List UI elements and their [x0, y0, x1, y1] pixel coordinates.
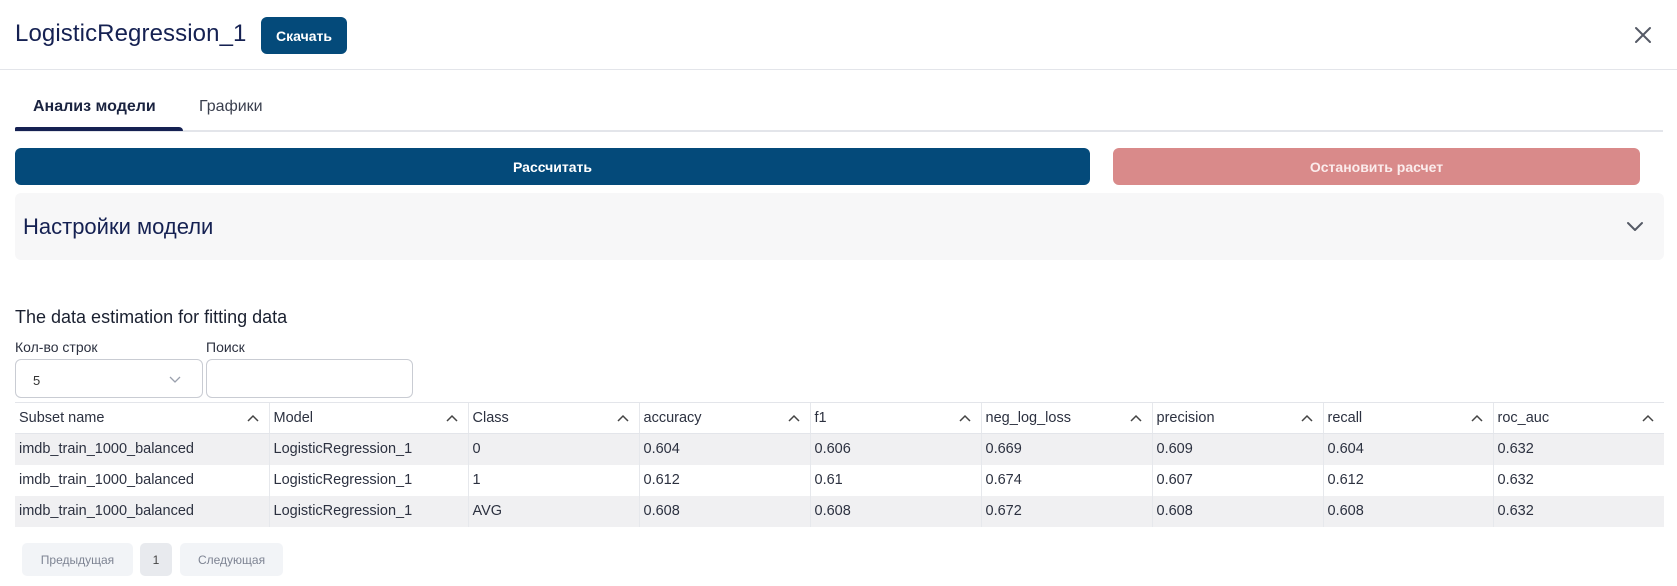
calculate-button[interactable]: Рассчитать [15, 148, 1090, 185]
table-cell: imdb_train_1000_balanced [15, 464, 269, 496]
table-cell: 0.632 [1492, 464, 1664, 496]
tab-charts[interactable]: Графики [199, 98, 263, 116]
chevron-down-icon [169, 376, 181, 383]
sort-up-icon[interactable] [1129, 413, 1142, 423]
sort-up-icon[interactable] [958, 413, 971, 423]
estimation-table: Subset name Model Class accuracy f1 neg_… [15, 402, 1664, 527]
modal-header: LogisticRegression_1 Скачать [0, 0, 1677, 70]
sort-up-icon[interactable] [787, 413, 800, 423]
sort-up-icon[interactable] [1470, 413, 1483, 423]
rows-count-select[interactable]: 5 [15, 359, 203, 398]
column-header[interactable]: recall [1322, 402, 1493, 434]
table-cell: 0.608 [638, 495, 810, 527]
table-cell: AVG [467, 495, 639, 527]
column-header[interactable]: f1 [809, 402, 981, 434]
table-cell: 0.606 [809, 433, 981, 465]
table-cell: LogisticRegression_1 [268, 433, 468, 465]
column-header[interactable]: neg_log_loss [980, 402, 1152, 434]
sort-up-icon[interactable] [246, 413, 259, 423]
table-header-row: Subset name Model Class accuracy f1 neg_… [15, 402, 1664, 434]
table-cell: 1 [467, 464, 639, 496]
tab-model-analysis[interactable]: Анализ модели [33, 98, 156, 116]
column-header[interactable]: Subset name [15, 402, 269, 434]
column-header[interactable]: Class [467, 402, 639, 434]
table-cell: 0.607 [1151, 464, 1323, 496]
search-input[interactable] [206, 359, 413, 398]
model-settings-accordion[interactable]: Настройки модели [15, 193, 1664, 260]
chevron-down-icon[interactable] [1625, 217, 1645, 237]
table-cell: 0.669 [980, 433, 1152, 465]
table-cell: 0.608 [809, 495, 981, 527]
sort-up-icon[interactable] [1642, 413, 1654, 423]
download-button[interactable]: Скачать [261, 17, 347, 54]
rows-count-label: Кол-во строк [15, 339, 98, 355]
estimation-title: The data estimation for fitting data [15, 307, 288, 327]
column-header[interactable]: roc_auc [1492, 402, 1664, 434]
table-cell: 0.632 [1492, 433, 1664, 465]
previous-page-button[interactable]: Предыдущая [22, 543, 133, 576]
table-cell: imdb_train_1000_balanced [15, 495, 269, 527]
column-header[interactable]: accuracy [638, 402, 810, 434]
model-settings-title: Настройки модели [23, 214, 214, 239]
table-cell: 0.61 [809, 464, 981, 496]
active-tab-indicator [15, 127, 183, 131]
table-cell: 0.674 [980, 464, 1152, 496]
sort-up-icon[interactable] [616, 413, 629, 423]
table-row: imdb_train_1000_balanced LogisticRegress… [15, 464, 1664, 496]
sort-up-icon[interactable] [445, 413, 458, 423]
table-cell: imdb_train_1000_balanced [15, 433, 269, 465]
tab-bar: Анализ модели Графики [15, 86, 1663, 132]
column-header[interactable]: precision [1151, 402, 1323, 434]
table-cell: 0.608 [1322, 495, 1493, 527]
next-page-button[interactable]: Следующая [180, 543, 283, 576]
page-number-button[interactable]: 1 [140, 543, 172, 576]
table-cell: 0 [467, 433, 639, 465]
close-icon[interactable] [1632, 24, 1654, 46]
table-cell: 0.632 [1492, 495, 1664, 527]
table-cell: LogisticRegression_1 [268, 495, 468, 527]
page-title: LogisticRegression_1 [15, 20, 247, 47]
table-row: imdb_train_1000_balanced LogisticRegress… [15, 433, 1664, 465]
table-cell: 0.672 [980, 495, 1152, 527]
rows-count-value: 5 [33, 373, 41, 388]
sort-up-icon[interactable] [1300, 413, 1313, 423]
table-cell: 0.604 [638, 433, 810, 465]
column-header[interactable]: Model [268, 402, 468, 434]
table-cell: 0.609 [1151, 433, 1323, 465]
search-label: Поиск [206, 339, 245, 355]
table-cell: 0.608 [1151, 495, 1323, 527]
table-row: imdb_train_1000_balanced LogisticRegress… [15, 495, 1664, 527]
table-cell: 0.612 [1322, 464, 1493, 496]
stop-calculation-button[interactable]: Остановить расчет [1113, 148, 1640, 185]
table-cell: 0.612 [638, 464, 810, 496]
table-cell: LogisticRegression_1 [268, 464, 468, 496]
table-cell: 0.604 [1322, 433, 1493, 465]
